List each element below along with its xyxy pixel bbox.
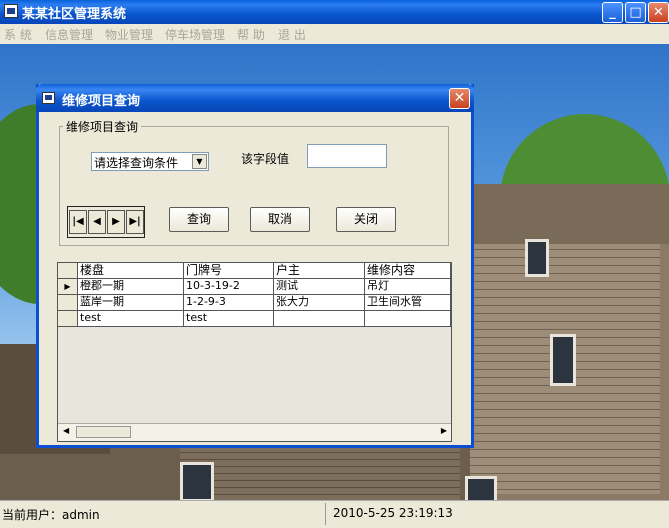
col-header-owner[interactable]: 户主 [274, 263, 365, 279]
house-window [465, 476, 497, 500]
menubar: 系 统 信息管理 物业管理 停车场管理 帮 助 退 出 [0, 24, 669, 44]
col-header-repair-content[interactable]: 维修内容 [365, 263, 451, 279]
menu-exit[interactable]: 退 出 [278, 26, 306, 43]
prev-record-icon[interactable]: ◀ [88, 210, 106, 234]
table-cell[interactable] [274, 311, 365, 327]
menu-help[interactable]: 帮 助 [237, 26, 265, 43]
house-window [525, 239, 549, 277]
row-selector[interactable] [58, 295, 78, 311]
current-user-text: 当前用户：admin [2, 508, 100, 522]
horizontal-scrollbar[interactable]: ◀ ▶ [58, 423, 451, 441]
cancel-button[interactable]: 取消 [250, 207, 310, 232]
table-cell[interactable]: test [78, 311, 184, 327]
groupbox-label: 维修项目查询 [63, 118, 142, 135]
table-cell[interactable]: 10-3-19-2 [184, 279, 274, 295]
next-record-icon[interactable]: ▶ [107, 210, 125, 234]
field-value-label: 该字段值 [241, 152, 290, 166]
repair-query-dialog: 维修项目查询 ✕ 维修项目查询 请选择查询条件 ▼ 该字段值 |◀ ◀ ▶ ▶|… [36, 84, 474, 448]
menu-system[interactable]: 系 统 [4, 26, 32, 43]
current-row-indicator-icon[interactable]: ▶ [58, 279, 78, 295]
table-cell[interactable]: 蓝岸一期 [78, 295, 184, 311]
first-record-icon[interactable]: |◀ [69, 210, 87, 234]
table-cell[interactable]: 吊灯 [365, 279, 451, 295]
dialog-icon [42, 92, 55, 104]
house-window [550, 334, 576, 386]
low-house [180, 439, 460, 500]
scroll-left-icon[interactable]: ◀ [63, 426, 69, 435]
col-header-estate[interactable]: 楼盘 [78, 263, 184, 279]
last-record-icon[interactable]: ▶| [126, 210, 144, 234]
table-cell[interactable]: 橙郡一期 [78, 279, 184, 295]
app-title: 某某社区管理系统 [22, 7, 127, 22]
scrollbar-thumb[interactable] [76, 426, 131, 438]
table-cell[interactable]: 1-2-9-3 [184, 295, 274, 311]
status-bar: 当前用户：admin 2010-5-25 23:19:13 [0, 500, 669, 528]
table-cell[interactable]: 张大力 [274, 295, 365, 311]
main-title-bar: 某某社区管理系统 _ □ ✕ [0, 0, 669, 24]
field-value-input[interactable] [307, 144, 387, 168]
menu-property[interactable]: 物业管理 [105, 26, 153, 43]
close-window-button[interactable]: ✕ [648, 2, 669, 23]
table-cell[interactable] [365, 311, 451, 327]
scroll-right-icon[interactable]: ▶ [441, 426, 447, 435]
maximize-button[interactable]: □ [625, 2, 646, 23]
chevron-down-icon[interactable]: ▼ [192, 154, 207, 169]
dialog-close-button[interactable]: ✕ [449, 88, 470, 109]
col-header-door-no[interactable]: 门牌号 [184, 263, 274, 279]
app-icon [4, 4, 18, 18]
table-cell[interactable]: 卫生间水管 [365, 295, 451, 311]
table-cell[interactable]: test [184, 311, 274, 327]
query-button[interactable]: 查询 [169, 207, 229, 232]
record-navigator: |◀ ◀ ▶ ▶| [67, 206, 145, 238]
status-divider [325, 503, 326, 525]
query-condition-value: 请选择查询条件 [94, 156, 179, 170]
house-window [180, 462, 214, 500]
table-cell[interactable]: 测试 [274, 279, 365, 295]
row-selector[interactable] [58, 311, 78, 327]
menu-info[interactable]: 信息管理 [45, 26, 93, 43]
repair-data-grid[interactable]: 楼盘 门牌号 户主 维修内容 ▶ 橙郡一期 10-3-19-2 测试 吊灯 蓝岸… [57, 262, 452, 442]
close-button[interactable]: 关闭 [336, 207, 396, 232]
dialog-title: 维修项目查询 [62, 94, 141, 109]
menu-parking[interactable]: 停车场管理 [165, 26, 225, 43]
minimize-button[interactable]: _ [602, 2, 623, 23]
house-roof [470, 184, 669, 244]
query-condition-select[interactable]: 请选择查询条件 ▼ [91, 152, 209, 171]
datetime-text: 2010-5-25 23:19:13 [333, 506, 453, 520]
grid-corner [58, 263, 78, 279]
dialog-title-bar: 维修项目查询 ✕ [36, 84, 474, 112]
